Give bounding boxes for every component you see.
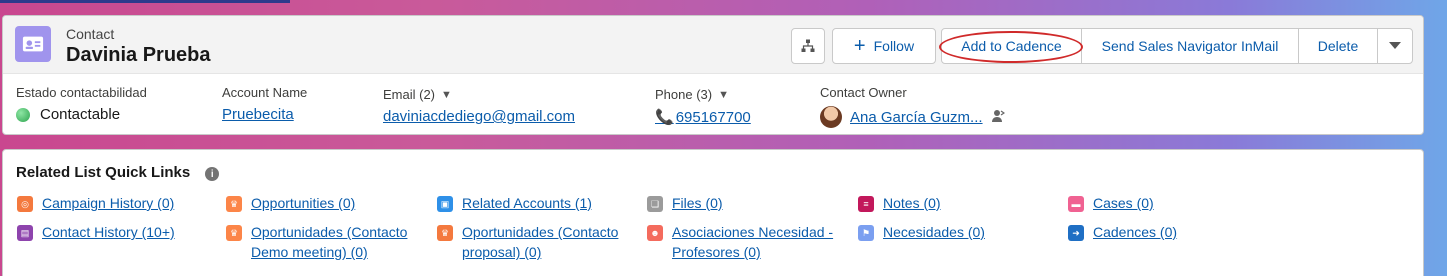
quick-link[interactable]: ⚑ Necesidades (0) [858, 222, 985, 242]
quick-link[interactable]: ☻ Asociaciones Necesidad - Profesores (0… [647, 222, 847, 262]
field-owner: Contact Owner Ana García Guzm... [820, 85, 1005, 128]
quick-link-label: Notes (0) [883, 195, 941, 211]
flag-icon: ⚑ [858, 225, 874, 241]
quick-link[interactable]: ♛ Oportunidades (Contacto Demo meeting) … [226, 222, 426, 262]
add-to-cadence-button[interactable]: Add to Cadence [939, 28, 1083, 64]
record-header: Contact Davinia Prueba + Follow Add to C… [3, 16, 1423, 74]
send-inmail-label: Send Sales Navigator InMail [1101, 38, 1279, 54]
account-label: Account Name [222, 85, 308, 100]
related-list-title-text: Related List Quick Links [16, 163, 191, 181]
account-link[interactable]: Pruebecita [222, 106, 307, 123]
record-highlights-panel: Contact Davinia Prueba + Follow Add to C… [2, 15, 1424, 135]
file-icon: ❏ [647, 196, 663, 212]
related-list-title: Related List Quick Links i [16, 163, 220, 181]
more-actions-button[interactable] [1377, 28, 1413, 64]
case-icon: ▬ [1068, 196, 1084, 212]
email-label: Email (2) ▼ [383, 87, 575, 102]
crown-icon: ♛ [226, 225, 242, 241]
action-bar: + Follow Add to Cadence Send Sales Navig… [791, 28, 1413, 64]
owner-value: Ana García Guzm... [820, 106, 1005, 128]
phone-value-text: 695167700 [675, 108, 751, 126]
owner-link[interactable]: Ana García Guzm... [850, 109, 983, 126]
field-estado: Estado contactabilidad Contactable [16, 85, 147, 123]
quick-link-label: Necesidades (0) [883, 224, 985, 240]
object-type-label: Contact [66, 26, 115, 42]
estado-label: Estado contactabilidad [16, 85, 147, 100]
quick-link-label: Cases (0) [1093, 195, 1154, 211]
owner-label: Contact Owner [820, 85, 907, 100]
crown-icon: ♛ [437, 225, 453, 241]
chevron-down-icon [1389, 42, 1401, 49]
people-icon: ☻ [647, 225, 663, 241]
related-list-quick-links: Related List Quick Links i ◎ Campaign Hi… [2, 149, 1424, 276]
phone-icon: 📞 [655, 109, 674, 126]
quick-link[interactable]: ▣ Related Accounts (1) [437, 193, 592, 213]
campaign-icon: ◎ [17, 196, 33, 212]
field-phone: Phone (3) ▼ 📞 695167700 [655, 87, 751, 126]
quick-link-label: Oportunidades (Contacto proposal) (0) [462, 224, 619, 260]
status-dot-icon [16, 107, 30, 122]
highlight-circle [939, 31, 1083, 63]
hierarchy-icon [801, 39, 815, 52]
quick-link[interactable]: ➜ Cadences (0) [1068, 222, 1177, 242]
contact-card-icon [15, 26, 51, 62]
estado-value-text: Contactable [40, 106, 121, 123]
phone-label: Phone (3) ▼ [655, 87, 751, 102]
quick-link-label: Contact History (10+) [42, 224, 175, 240]
quick-link-label: Asociaciones Necesidad - Profesores (0) [672, 224, 834, 260]
quick-link-label: Cadences (0) [1093, 224, 1178, 240]
highlight-fields: Estado contactabilidad Contactable Accou… [3, 74, 1423, 134]
quick-link[interactable]: ◎ Campaign History (0) [17, 193, 174, 213]
plus-icon: + [853, 35, 866, 57]
phone-label-text: Phone (3) [655, 87, 713, 102]
email-link[interactable]: daviniacdediego@gmail.com [383, 108, 575, 125]
crown-icon: ♛ [226, 196, 242, 212]
quick-link[interactable]: ♛ Opportunities (0) [226, 193, 355, 213]
cadence-icon: ➜ [1068, 225, 1084, 241]
quick-link[interactable]: ≡ Notes (0) [858, 193, 941, 213]
contact-history-icon: ▤ [17, 225, 33, 241]
quick-link-label: Campaign History (0) [42, 195, 175, 211]
quick-link-label: Related Accounts (1) [462, 195, 592, 211]
send-inmail-button[interactable]: Send Sales Navigator InMail [1081, 28, 1299, 64]
follow-button[interactable]: + Follow [832, 28, 936, 64]
action-button-group: Add to Cadence Send Sales Navigator InMa… [939, 28, 1413, 64]
quick-link-label: Oportunidades (Contacto Demo meeting) (0… [251, 224, 408, 260]
field-email: Email (2) ▼ daviniacdediego@gmail.com [383, 87, 575, 125]
delete-button[interactable]: Delete [1298, 28, 1378, 64]
info-icon[interactable]: i [205, 167, 220, 181]
note-icon: ≡ [858, 196, 874, 212]
accounts-icon: ▣ [437, 196, 453, 212]
delete-label: Delete [1317, 38, 1359, 54]
change-owner-icon[interactable] [991, 109, 1005, 126]
avatar [820, 106, 842, 128]
quick-link[interactable]: ♛ Oportunidades (Contacto proposal) (0) [437, 222, 637, 262]
hierarchy-button[interactable] [791, 28, 825, 64]
record-name: Davinia Prueba [66, 44, 211, 66]
phone-link[interactable]: 📞 695167700 [655, 108, 751, 127]
follow-label: Follow [873, 38, 915, 54]
quick-link[interactable]: ❏ Files (0) [647, 193, 723, 213]
email-label-text: Email (2) [383, 87, 436, 102]
phone-dropdown-icon[interactable]: ▼ [718, 89, 729, 101]
email-dropdown-icon[interactable]: ▼ [441, 89, 452, 101]
field-account: Account Name Pruebecita [222, 85, 307, 123]
top-accent-line [0, 0, 290, 3]
quick-link[interactable]: ▤ Contact History (10+) [17, 222, 175, 242]
quick-link-label: Opportunities (0) [251, 195, 356, 211]
quick-link-label: Files (0) [672, 195, 723, 211]
estado-value: Contactable [16, 106, 147, 123]
quick-link[interactable]: ▬ Cases (0) [1068, 193, 1154, 213]
